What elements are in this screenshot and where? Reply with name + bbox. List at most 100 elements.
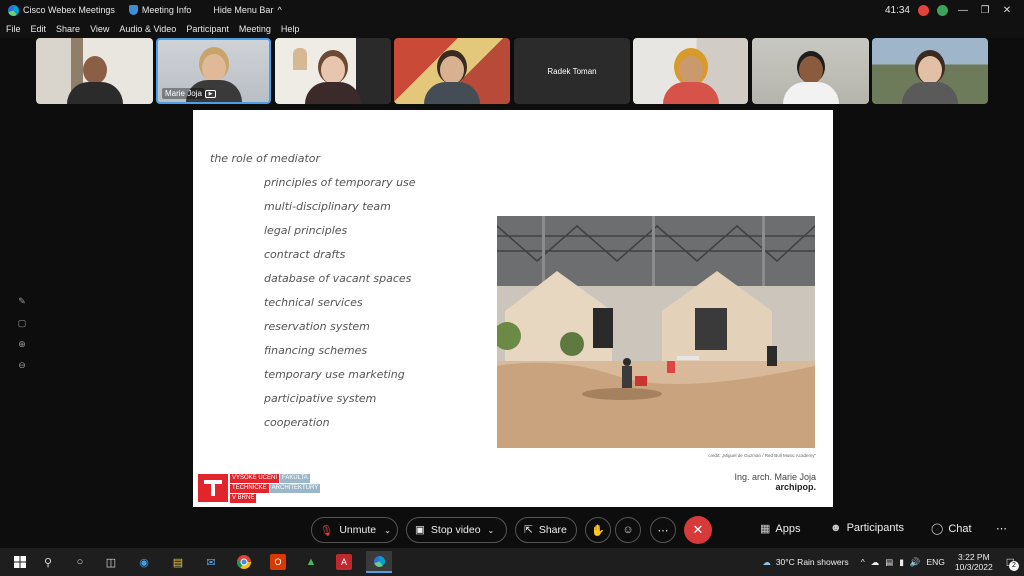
chevron-up-icon[interactable]: ^: [861, 557, 865, 567]
chevron-down-icon[interactable]: ⌄: [488, 526, 495, 535]
participants-button[interactable]: ☻ Participants: [830, 522, 904, 534]
vut-logo: VYSOKÉ UČENÍ FAKULTA TECHNICKÉ ARCHITEKT…: [198, 474, 321, 503]
chat-button[interactable]: ◯ Chat: [931, 522, 972, 536]
windows-start-icon[interactable]: [12, 554, 28, 570]
close-icon[interactable]: ✕: [1000, 5, 1014, 16]
menu-view[interactable]: View: [90, 24, 109, 34]
stop-video-label: Stop video: [430, 524, 481, 536]
menu-file[interactable]: File: [6, 24, 21, 34]
task-view-icon[interactable]: ◫: [103, 554, 119, 570]
cortana-icon[interactable]: ○: [72, 554, 88, 570]
file-explorer-icon[interactable]: ▤: [170, 554, 186, 570]
vut-t-icon: [198, 474, 228, 502]
presenter-block: Ing. arch. Marie Joja archipop.: [734, 472, 816, 492]
system-tray: ☁ 30°C Rain showers ^ ☁ ▤ ▮ 🔊 ENG 3:22 P…: [762, 548, 1024, 576]
participant-figure: [662, 56, 719, 104]
clock-date: 10/3/2022: [954, 562, 993, 572]
chevron-down-icon[interactable]: ⌄: [384, 526, 391, 535]
menu-participant[interactable]: Participant: [186, 24, 229, 34]
participant-video[interactable]: [872, 38, 988, 104]
slide-list-item: financing schemes: [264, 344, 368, 357]
network-icon[interactable]: ▤: [885, 557, 893, 568]
photo-credit: credit: „Miguel de Guzman / Red Bull Mus…: [708, 453, 816, 458]
notification-count: 2: [1009, 561, 1019, 571]
apps-icon: ▦: [760, 523, 771, 535]
webex-logo-icon: [373, 555, 385, 567]
zoom-in-icon[interactable]: ⊕: [16, 339, 28, 351]
hide-menu-bar-button[interactable]: Hide Menu Bar ^: [213, 5, 281, 15]
menu-edit[interactable]: Edit: [31, 24, 47, 34]
language-indicator[interactable]: ENG: [927, 557, 945, 567]
annotate-icon[interactable]: ✎: [16, 296, 28, 308]
meeting-info-label: Meeting Info: [141, 5, 192, 15]
participant-figure: [305, 56, 361, 104]
slide-list-item: multi-disciplinary team: [264, 200, 391, 213]
share-button[interactable]: ⇱ Share: [515, 517, 577, 543]
mail-icon[interactable]: ✉: [203, 554, 219, 570]
video-camera-icon: ▣: [415, 524, 425, 536]
slide-list-item: technical services: [264, 296, 363, 309]
zoom-out-icon[interactable]: ⊖: [16, 360, 28, 372]
webex-taskbar-icon[interactable]: [366, 551, 392, 573]
reactions-icon[interactable]: ☺: [615, 517, 641, 543]
battery-icon[interactable]: ▮: [899, 557, 904, 568]
maps-app-icon[interactable]: ▲: [303, 554, 319, 570]
logo-text: V BRNĚ: [230, 494, 257, 503]
fit-screen-icon[interactable]: ▢: [16, 318, 28, 330]
acrobat-icon[interactable]: A: [336, 554, 352, 570]
slide-list-item: database of vacant spaces: [264, 272, 412, 285]
clock-time: 3:22 PM: [958, 552, 990, 562]
participant-video-active-speaker[interactable]: Marie Joja ▶: [156, 38, 271, 104]
menu-meeting[interactable]: Meeting: [239, 24, 271, 34]
participant-video[interactable]: [633, 38, 748, 104]
more-panels-button[interactable]: ⋯: [996, 522, 1007, 535]
slide-list-item: participative system: [264, 392, 377, 405]
menu-audio-video[interactable]: Audio & Video: [119, 24, 176, 34]
app-name: Cisco Webex Meetings: [23, 5, 115, 15]
recording-icon[interactable]: [918, 4, 929, 16]
menu-share[interactable]: Share: [56, 24, 80, 34]
cloud-icon[interactable]: ☁: [871, 557, 880, 568]
presenter-name: Ing. arch. Marie Joja: [734, 472, 816, 482]
more-options-icon[interactable]: ⋯: [650, 517, 676, 543]
participant-name: Marie Joja: [162, 88, 205, 99]
raise-hand-icon[interactable]: ✋: [585, 517, 611, 543]
logo-text: VYSOKÉ UČENÍ: [230, 474, 280, 483]
chat-bubble-icon: ◯: [931, 523, 944, 535]
office-icon[interactable]: O: [270, 554, 286, 570]
screen-share-icon: ▶: [205, 90, 216, 98]
notifications-button[interactable]: □ 2: [1007, 555, 1019, 571]
edge-browser-icon[interactable]: ◉: [136, 554, 152, 570]
share-icon: ⇱: [524, 524, 533, 536]
participant-video[interactable]: [36, 38, 153, 104]
participant-figure: [902, 56, 958, 104]
participant-video[interactable]: [752, 38, 869, 104]
network-status-icon[interactable]: [937, 4, 948, 16]
menu-bar: File Edit Share View Audio & Video Parti…: [0, 20, 1024, 38]
clock[interactable]: 3:22 PM 10/3/2022: [955, 552, 993, 572]
title-bar: Cisco Webex Meetings Meeting Info Hide M…: [0, 0, 1024, 20]
restore-icon[interactable]: ❐: [978, 5, 992, 16]
meeting-info-button[interactable]: Meeting Info: [128, 5, 192, 15]
end-call-button[interactable]: ✕: [684, 516, 712, 544]
slide-list-item: principles of temporary use: [264, 176, 416, 189]
participant-video[interactable]: [394, 38, 510, 104]
participant-tile-no-video[interactable]: Radek Toman: [514, 38, 630, 104]
meeting-timer: 41:34: [884, 4, 910, 16]
logo-text: ARCHITEKTURY: [269, 484, 321, 493]
apps-button[interactable]: ▦ Apps: [760, 522, 800, 536]
search-icon[interactable]: ⚲: [40, 554, 56, 570]
participant-figure: [66, 56, 123, 104]
speaker-icon[interactable]: 🔊: [910, 557, 921, 568]
weather-icon[interactable]: ☁: [762, 557, 771, 568]
share-label: Share: [538, 524, 567, 536]
app-title: Cisco Webex Meetings: [8, 4, 115, 16]
unmute-button[interactable]: 🎙 Unmute ⌄: [311, 517, 398, 543]
weather-text[interactable]: 30°C Rain showers: [776, 557, 849, 567]
participant-video[interactable]: [275, 38, 391, 104]
stop-video-button[interactable]: ▣ Stop video ⌄: [406, 517, 507, 543]
minimize-icon[interactable]: —: [956, 5, 970, 16]
chrome-icon[interactable]: [236, 554, 252, 570]
person-icon: ☻: [830, 522, 842, 534]
menu-help[interactable]: Help: [281, 24, 300, 34]
